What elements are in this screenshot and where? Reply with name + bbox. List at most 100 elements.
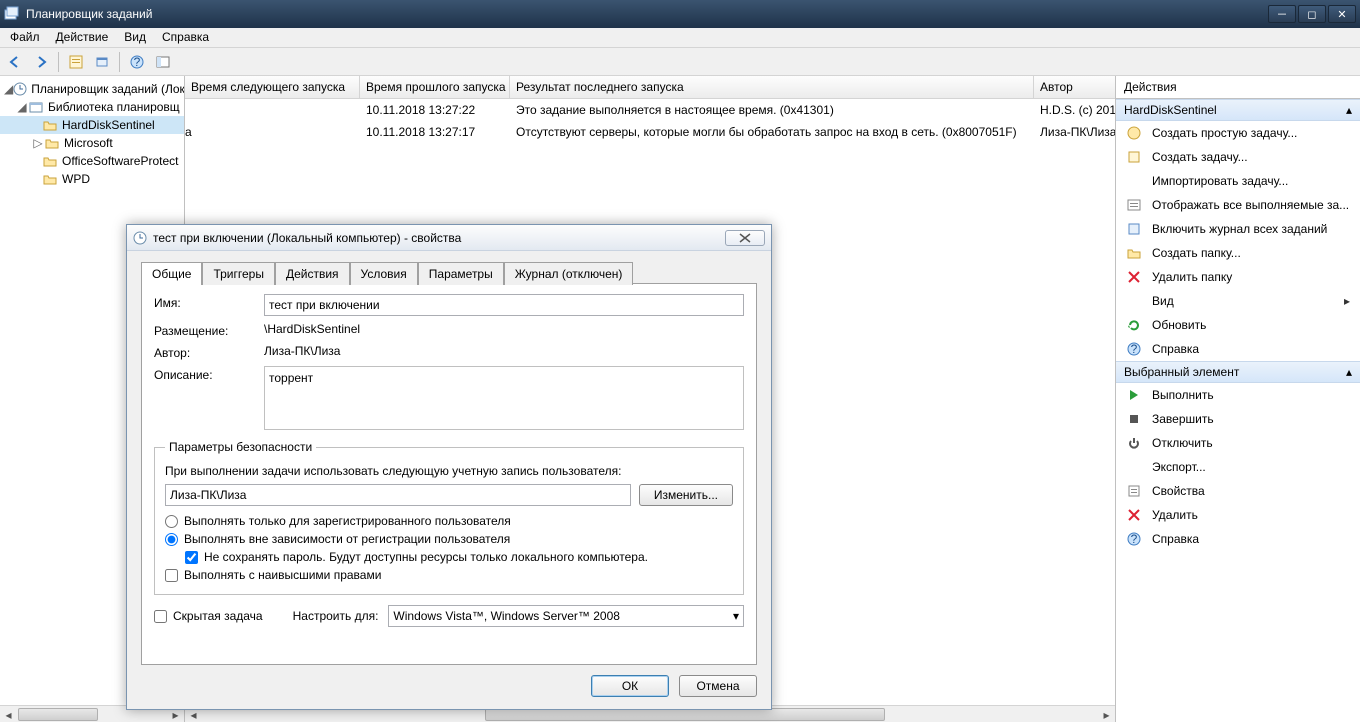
properties-icon — [1126, 483, 1142, 499]
clock-icon — [133, 231, 147, 245]
col-lastrun[interactable]: Время прошлого запуска — [360, 76, 510, 98]
radio-any[interactable]: Выполнять вне зависимости от регистрации… — [165, 532, 733, 546]
preview-button[interactable] — [152, 51, 174, 73]
delete-icon — [1126, 507, 1142, 523]
list-header: Время следующего запуска Время прошлого … — [185, 76, 1115, 99]
radio-loggedon[interactable]: Выполнять только для зарегистрированного… — [165, 514, 733, 528]
menu-file[interactable]: Файл — [2, 28, 48, 47]
expand-icon[interactable]: ▷ — [32, 136, 44, 150]
export-button[interactable] — [91, 51, 113, 73]
dialog-tabs: Общие Триггеры Действия Условия Параметр… — [141, 261, 757, 284]
col-nextrun[interactable]: Время следующего запуска — [185, 76, 360, 98]
action-create-task[interactable]: Создать задачу... — [1116, 145, 1360, 169]
action-refresh[interactable]: Обновить — [1116, 313, 1360, 337]
collapse-icon[interactable]: ◢ — [4, 82, 13, 96]
action-enable-history[interactable]: Включить журнал всех заданий — [1116, 217, 1360, 241]
cancel-button[interactable]: Отмена — [679, 675, 757, 697]
col-result[interactable]: Результат последнего запуска — [510, 76, 1034, 98]
tree-item-wpd[interactable]: WPD — [0, 170, 184, 188]
check-hidden[interactable]: Скрытая задача — [154, 609, 263, 623]
tree-root[interactable]: ◢ Планировщик заданий (Лок — [0, 80, 184, 98]
tree-item-harddisksentinel[interactable]: HardDiskSentinel — [0, 116, 184, 134]
back-button[interactable] — [4, 51, 26, 73]
action-new-folder[interactable]: Создать папку... — [1116, 241, 1360, 265]
account-field[interactable] — [165, 484, 631, 506]
action-delete-folder[interactable]: Удалить папку — [1116, 265, 1360, 289]
tree-library[interactable]: ◢ Библиотека планировщ — [0, 98, 184, 116]
action-end[interactable]: Завершить — [1116, 407, 1360, 431]
scroll-left-icon[interactable]: ◂ — [0, 706, 17, 722]
check-hidden-input[interactable] — [154, 610, 167, 623]
configure-for-label: Настроить для: — [293, 609, 379, 623]
check-highest-input[interactable] — [165, 569, 178, 582]
folder-icon — [42, 171, 58, 187]
actions-group-harddisksentinel[interactable]: HardDiskSentinel ▴ — [1116, 99, 1360, 121]
collapse-icon[interactable]: ▴ — [1346, 103, 1352, 117]
action-help2[interactable]: ?Справка — [1116, 527, 1360, 551]
col-author[interactable]: Автор — [1034, 76, 1115, 98]
tree-item-label: WPD — [62, 172, 90, 186]
action-delete[interactable]: Удалить — [1116, 503, 1360, 527]
menu-bar: Файл Действие Вид Справка — [0, 28, 1360, 48]
ok-button[interactable]: ОК — [591, 675, 669, 697]
cell-result: Это задание выполняется в настоящее врем… — [510, 101, 1034, 119]
configure-for-select[interactable]: Windows Vista™, Windows Server™ 2008 ▾ — [388, 605, 744, 627]
tab-conditions[interactable]: Условия — [350, 262, 418, 285]
dialog-titlebar[interactable]: тест при включении (Локальный компьютер)… — [127, 225, 771, 251]
name-field[interactable] — [264, 294, 744, 316]
tree-item-microsoft[interactable]: ▷ Microsoft — [0, 134, 184, 152]
radio-loggedon-input[interactable] — [165, 515, 178, 528]
close-button[interactable]: ✕ — [1328, 5, 1356, 23]
cell-author: H.D.S. (c) 2010. — [1034, 101, 1115, 119]
forward-button[interactable] — [30, 51, 52, 73]
table-row[interactable]: 10.11.2018 13:27:22 Это задание выполняе… — [185, 99, 1115, 121]
change-user-button[interactable]: Изменить... — [639, 484, 733, 506]
cell-nextrun — [185, 101, 360, 119]
actions-group-selected[interactable]: Выбранный элемент ▴ — [1116, 361, 1360, 383]
tab-settings[interactable]: Параметры — [418, 262, 504, 285]
location-value: \HardDiskSentinel — [264, 322, 744, 336]
cell-name-tail: а — [185, 125, 192, 139]
properties-button[interactable] — [65, 51, 87, 73]
action-create-basic-task[interactable]: Создать простую задачу... — [1116, 121, 1360, 145]
collapse-icon[interactable]: ◢ — [16, 100, 28, 114]
actions-pane: Действия HardDiskSentinel ▴ Создать прос… — [1116, 76, 1360, 722]
action-show-running[interactable]: Отображать все выполняемые за... — [1116, 193, 1360, 217]
menu-help[interactable]: Справка — [154, 28, 217, 47]
action-import-task[interactable]: Импортировать задачу... — [1116, 169, 1360, 193]
check-highest[interactable]: Выполнять с наивысшими правами — [165, 568, 733, 582]
security-fieldset: Параметры безопасности При выполнении за… — [154, 440, 744, 595]
task-icon — [1126, 149, 1142, 165]
check-nopassword[interactable]: Не сохранять пароль. Будут доступны ресу… — [185, 550, 733, 564]
tree-item-office[interactable]: OfficeSoftwareProtect — [0, 152, 184, 170]
action-view[interactable]: Вид▸ — [1116, 289, 1360, 313]
action-disable[interactable]: Отключить — [1116, 431, 1360, 455]
action-help[interactable]: ?Справка — [1116, 337, 1360, 361]
library-icon — [28, 99, 44, 115]
check-nopassword-input[interactable] — [185, 551, 198, 564]
action-properties[interactable]: Свойства — [1116, 479, 1360, 503]
history-icon — [1126, 221, 1142, 237]
scroll-right-icon[interactable]: ▸ — [1098, 706, 1115, 722]
help-icon: ? — [1126, 341, 1142, 357]
scroll-thumb[interactable] — [18, 708, 98, 721]
dialog-close-button[interactable] — [725, 230, 765, 246]
radio-any-input[interactable] — [165, 533, 178, 546]
help-button[interactable]: ? — [126, 51, 148, 73]
menu-action[interactable]: Действие — [48, 28, 117, 47]
tab-triggers[interactable]: Триггеры — [202, 262, 275, 285]
tab-history[interactable]: Журнал (отключен) — [504, 262, 634, 285]
menu-view[interactable]: Вид — [116, 28, 154, 47]
dialog-title: тест при включении (Локальный компьютер)… — [153, 231, 461, 245]
action-export[interactable]: Экспорт... — [1116, 455, 1360, 479]
collapse-icon[interactable]: ▴ — [1346, 365, 1352, 379]
import-icon — [1126, 173, 1142, 189]
tree-root-label: Планировщик заданий (Лок — [31, 82, 185, 96]
minimize-button[interactable]: － — [1268, 5, 1296, 23]
tab-general[interactable]: Общие — [141, 262, 202, 285]
table-row[interactable]: а 10.11.2018 13:27:17 Отсутствуют сервер… — [185, 121, 1115, 143]
action-run[interactable]: Выполнить — [1116, 383, 1360, 407]
maximize-button[interactable]: ◻ — [1298, 5, 1326, 23]
description-field[interactable]: торрент — [264, 366, 744, 430]
tab-actions[interactable]: Действия — [275, 262, 350, 285]
